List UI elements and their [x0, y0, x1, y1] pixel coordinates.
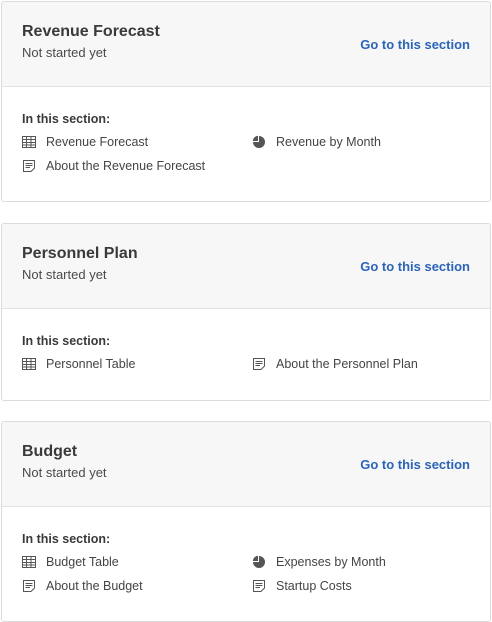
document-icon [252, 579, 266, 593]
section-item-label: Revenue Forecast [46, 135, 149, 149]
section-item-label: Startup Costs [276, 579, 352, 593]
section-card-personnel-plan: Personnel Plan Not started yet Go to thi… [1, 223, 491, 401]
section-item-revenue-forecast-table[interactable]: Revenue Forecast [22, 134, 148, 150]
section-item-about-personnel-plan[interactable]: About the Personnel Plan [252, 356, 418, 372]
section-item-label: Revenue by Month [276, 135, 381, 149]
section-item-about-revenue-forecast[interactable]: About the Revenue Forecast [22, 158, 205, 174]
in-this-section-label: In this section: [22, 532, 111, 546]
pie-chart-icon [252, 555, 266, 569]
section-item-label: Personnel Table [46, 357, 136, 371]
section-body: In this section: Revenue Forecast Revenu… [2, 87, 490, 201]
section-header: Budget Not started yet Go to this sectio… [2, 422, 490, 507]
table-icon [22, 135, 36, 149]
document-icon [22, 579, 36, 593]
section-item-revenue-by-month[interactable]: Revenue by Month [252, 134, 381, 150]
section-card-revenue-forecast: Revenue Forecast Not started yet Go to t… [1, 1, 491, 202]
go-to-section-link[interactable]: Go to this section [360, 259, 470, 274]
go-to-section-link[interactable]: Go to this section [360, 37, 470, 52]
section-item-about-budget[interactable]: About the Budget [22, 578, 143, 594]
section-header: Personnel Plan Not started yet Go to thi… [2, 224, 490, 309]
section-item-label: Expenses by Month [276, 555, 386, 569]
section-item-budget-table[interactable]: Budget Table [22, 554, 119, 570]
section-title: Budget [22, 443, 78, 460]
section-item-label: About the Personnel Plan [276, 357, 418, 371]
section-status: Not started yet [22, 45, 107, 60]
plan-sections-list: Revenue Forecast Not started yet Go to t… [0, 0, 492, 622]
section-title: Personnel Plan [22, 245, 138, 262]
section-item-expenses-by-month[interactable]: Expenses by Month [252, 554, 386, 570]
section-item-label: About the Revenue Forecast [46, 159, 206, 173]
section-card-budget: Budget Not started yet Go to this sectio… [1, 421, 491, 622]
section-status: Not started yet [22, 267, 107, 282]
section-body: In this section: Personnel Table About t… [2, 309, 490, 400]
pie-chart-icon [252, 135, 266, 149]
in-this-section-label: In this section: [22, 112, 111, 126]
in-this-section-label: In this section: [22, 334, 111, 348]
section-status: Not started yet [22, 465, 107, 480]
section-item-personnel-table[interactable]: Personnel Table [22, 356, 135, 372]
go-to-section-link[interactable]: Go to this section [360, 457, 470, 472]
document-icon [252, 357, 266, 371]
table-icon [22, 357, 36, 371]
document-icon [22, 159, 36, 173]
section-body: In this section: Budget Table Expenses b… [2, 507, 490, 621]
section-item-startup-costs[interactable]: Startup Costs [252, 578, 352, 594]
section-header: Revenue Forecast Not started yet Go to t… [2, 2, 490, 87]
table-icon [22, 555, 36, 569]
section-item-label: About the Budget [46, 579, 143, 593]
section-item-label: Budget Table [46, 555, 119, 569]
section-title: Revenue Forecast [22, 23, 160, 40]
